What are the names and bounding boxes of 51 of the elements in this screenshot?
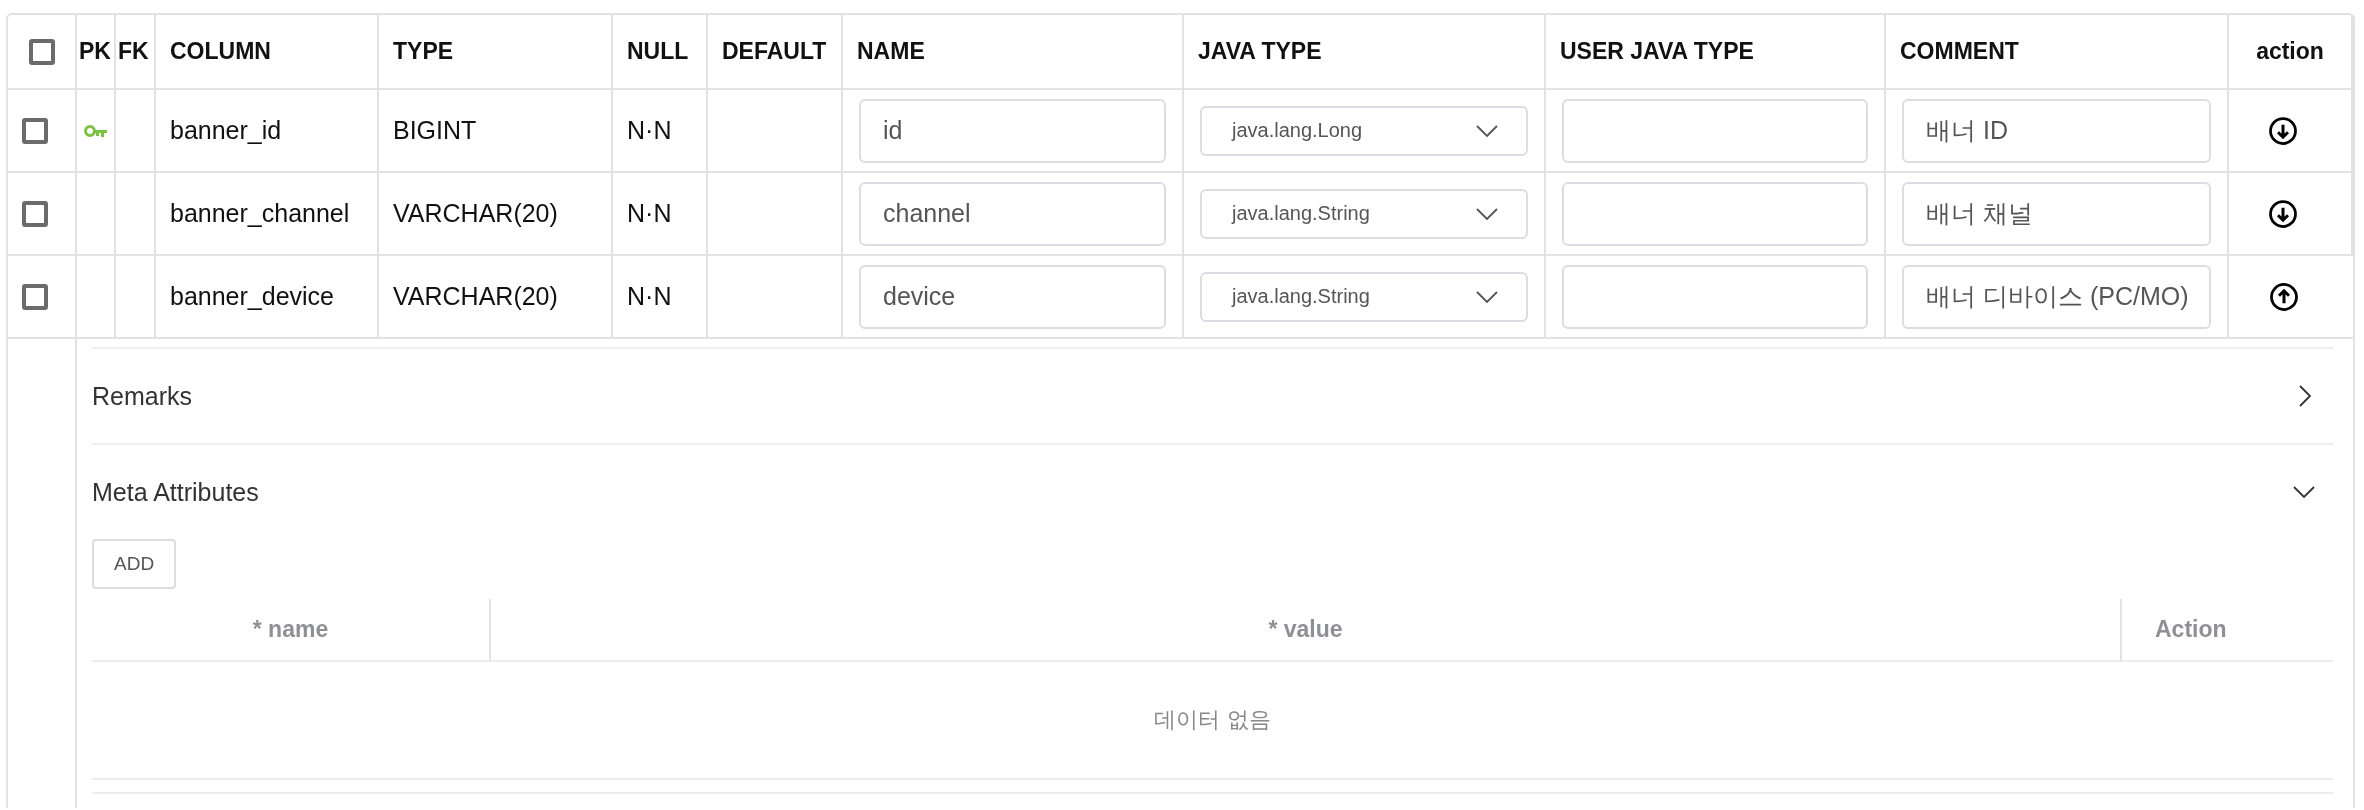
table-cell: N·N: [627, 199, 672, 228]
table-cell: N·N: [627, 116, 672, 145]
chevron-down-icon: [1476, 124, 1498, 137]
name-field[interactable]: channel: [859, 181, 1166, 246]
chevron-down-icon: [2293, 485, 2315, 499]
row-checkbox[interactable]: [21, 117, 48, 144]
java-type-dropdown[interactable]: java.lang.Long: [1200, 105, 1528, 156]
table-cell: banner_channel: [170, 199, 350, 228]
key-icon: [83, 123, 108, 138]
name-field[interactable]: device: [859, 264, 1166, 329]
column-header: NAME: [857, 38, 925, 65]
user-java-type-field[interactable]: [1562, 98, 1868, 163]
java-type-dropdown[interactable]: java.lang.String: [1200, 271, 1528, 322]
chevron-down-icon: [1476, 290, 1498, 303]
move-up-icon[interactable]: [2269, 281, 2299, 312]
empty-message: 데이터 없음: [1154, 706, 1271, 734]
table-cell: BIGINT: [393, 116, 477, 145]
table-cell: banner_device: [170, 282, 334, 311]
column-header: action: [2256, 38, 2324, 65]
column-header: TYPE: [393, 38, 454, 65]
select-all-checkbox[interactable]: [28, 38, 55, 65]
section-header[interactable]: Meta Attributes: [92, 445, 2333, 539]
column-header: * name: [252, 616, 329, 643]
comment-field[interactable]: 배너 디바이스 (PC/MO): [1902, 264, 2211, 329]
column-header: PK: [79, 38, 111, 65]
move-down-icon[interactable]: [2268, 115, 2298, 146]
row-checkbox[interactable]: [21, 283, 48, 310]
chevron-down-icon: [1476, 207, 1498, 220]
move-down-icon[interactable]: [2268, 198, 2298, 229]
table-cell: VARCHAR(20): [393, 199, 558, 228]
user-java-type-field[interactable]: [1562, 181, 1868, 246]
column-header: JAVA TYPE: [1198, 38, 1322, 65]
column-header: Action: [2155, 616, 2227, 643]
column-header: DEFAULT: [722, 38, 827, 65]
name-field[interactable]: id: [859, 98, 1166, 163]
column-header: * value: [1268, 616, 1343, 643]
column-header: COMMENT: [1900, 38, 2019, 65]
comment-field[interactable]: 배너 채널: [1902, 181, 2211, 246]
column-header: COLUMN: [170, 38, 271, 65]
java-type-dropdown[interactable]: java.lang.String: [1200, 188, 1528, 239]
table-cell: N·N: [627, 282, 672, 311]
table-cell: banner_id: [170, 116, 282, 145]
user-java-type-field[interactable]: [1562, 264, 1868, 329]
table-cell: VARCHAR(20): [393, 282, 558, 311]
row-checkbox[interactable]: [21, 200, 48, 227]
column-header: NULL: [627, 38, 689, 65]
add-button[interactable]: ADD: [92, 539, 177, 589]
column-header: FK: [118, 38, 149, 65]
section-header[interactable]: Remarks: [92, 349, 2333, 443]
column-header: USER JAVA TYPE: [1560, 38, 1754, 65]
comment-field[interactable]: 배너 ID: [1902, 98, 2211, 163]
